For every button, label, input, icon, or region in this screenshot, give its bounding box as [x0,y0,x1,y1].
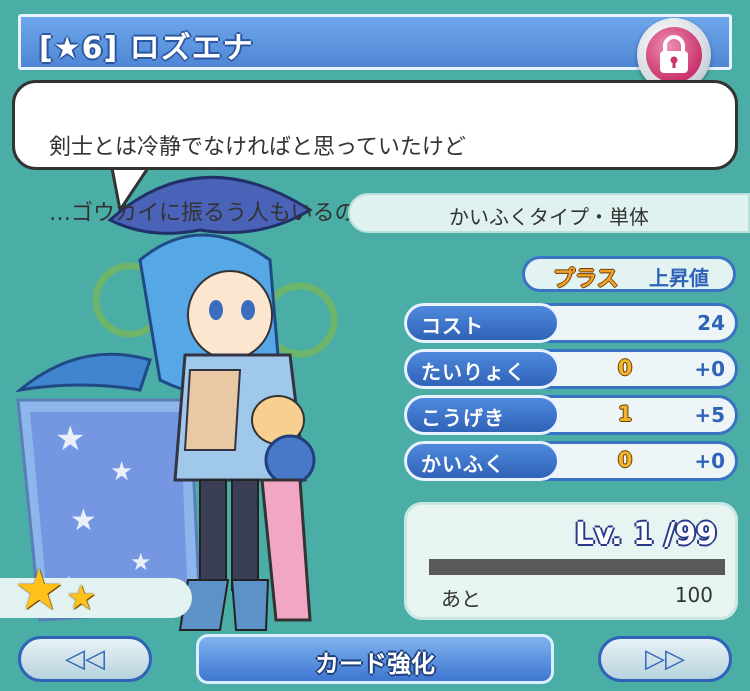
card-enhance-button[interactable]: カード強化 [196,634,554,684]
double-right-arrow-icon: ▷▷ [645,644,685,674]
stat-rise-value: +0 [694,449,725,473]
svg-text:★: ★ [130,548,152,576]
stat-value: 24 [697,311,725,335]
stat-pill: たいりょく [404,349,560,389]
character-quote: 剣士とは冷静でなければと思っていたけど …ゴウカイに振るう人もいるのね [49,98,466,263]
stat-pill: コスト [404,303,560,343]
stat-rise-value: +0 [694,357,725,381]
svg-text:★: ★ [70,503,97,538]
recovery-type-banner: かいふくタイプ・単体 [348,193,750,233]
stats-header: プラス 上昇値 [522,256,736,292]
stat-label: かいふく [421,452,505,476]
stat-plus-count: 0 [617,448,633,472]
stat-label: コスト [421,314,484,338]
stat-pill: かいふく [404,441,560,481]
stat-pill: こうげき [404,395,560,435]
double-left-arrow-icon: ◁◁ [65,644,105,674]
svg-text:★: ★ [55,419,85,459]
stat-plus-count: 1 [617,402,633,426]
star-icon: ★ [14,558,65,623]
stat-label: たいりょく [421,360,526,384]
speech-bubble: 剣士とは冷静でなければと思っていたけど …ゴウカイに振るう人もいるのね [12,80,738,226]
stat-row-hp: たいりょく 0 +0 [404,349,738,389]
stat-row-attack: こうげき 1 +5 [404,395,738,435]
card-title-bar: [★6] ロズエナ [18,14,732,70]
padlock-icon [646,27,702,83]
level-panel: Lv. 1 /99 あと 100 [404,502,738,620]
exp-progress-bar [429,559,725,575]
card-title: [★6] ロズエナ [39,31,254,66]
rarity-stars: ★ ★ [0,558,192,623]
exp-remaining-value: 100 [674,583,713,607]
next-card-button[interactable]: ▷▷ [598,636,732,682]
prev-card-button[interactable]: ◁◁ [18,636,152,682]
quote-line-1: 剣士とは冷静でなければと思っていたけど [49,135,466,160]
rise-value-label: 上昇値 [649,266,709,290]
plus-label: プラス [553,267,619,292]
exp-remaining-label: あと [441,587,481,611]
recovery-type-label: かいふくタイプ・単体 [449,205,649,229]
stat-rise-value: +5 [694,403,725,427]
stat-row-cost: コスト 24 [404,303,738,343]
stat-row-recovery: かいふく 0 +0 [404,441,738,481]
stat-plus-count: 0 [617,356,633,380]
card-enhance-label: カード強化 [315,650,435,678]
svg-text:★: ★ [110,457,133,487]
star-icon: ★ [66,578,97,618]
stat-label: こうげき [421,406,505,430]
level-indicator: Lv. 1 /99 [574,517,717,552]
